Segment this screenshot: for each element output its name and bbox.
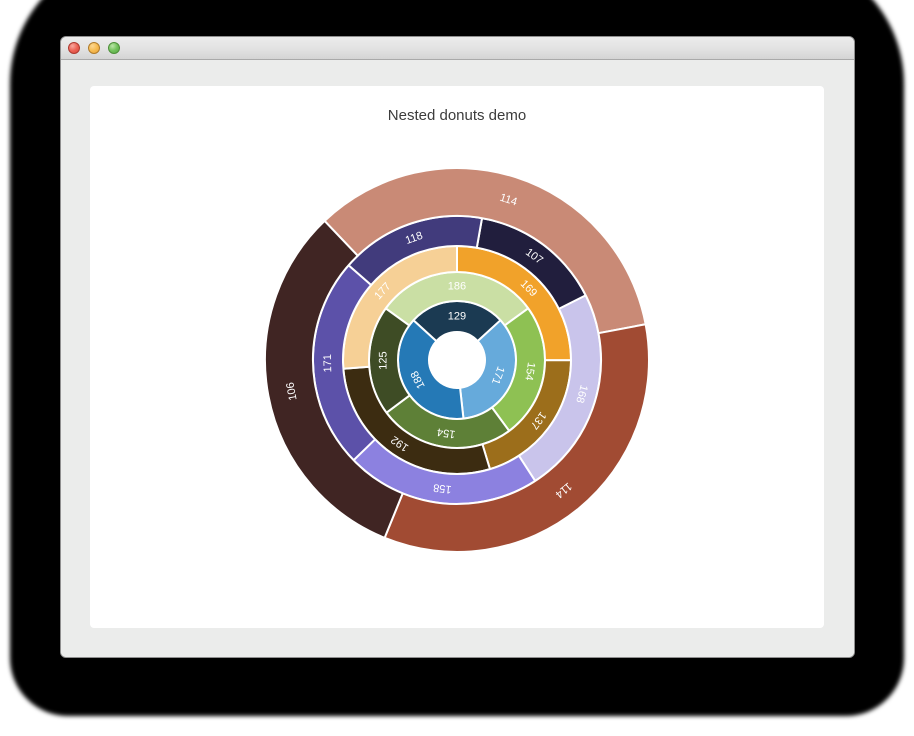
window-content: Nested donuts demo 129171188186154154125… — [61, 60, 854, 657]
segment-label: 171 — [322, 354, 334, 373]
title-bar[interactable] — [61, 37, 854, 60]
minimize-button[interactable] — [88, 42, 100, 54]
traffic-lights — [68, 42, 120, 54]
segment-label: 186 — [448, 281, 466, 293]
segment-label: 125 — [377, 351, 389, 369]
segment-label: 158 — [433, 481, 453, 495]
chart-title: Nested donuts demo — [90, 86, 824, 124]
nested-donut-chart: 1291711881861541541251691371921771071681… — [257, 160, 657, 560]
chart-panel: Nested donuts demo 129171188186154154125… — [90, 86, 824, 628]
close-button[interactable] — [68, 42, 80, 54]
app-window: Nested donuts demo 129171188186154154125… — [60, 36, 855, 658]
zoom-button[interactable] — [108, 42, 120, 54]
segment-label: 129 — [448, 311, 466, 323]
screenshot-stage: Nested donuts demo 129171188186154154125… — [0, 0, 914, 736]
